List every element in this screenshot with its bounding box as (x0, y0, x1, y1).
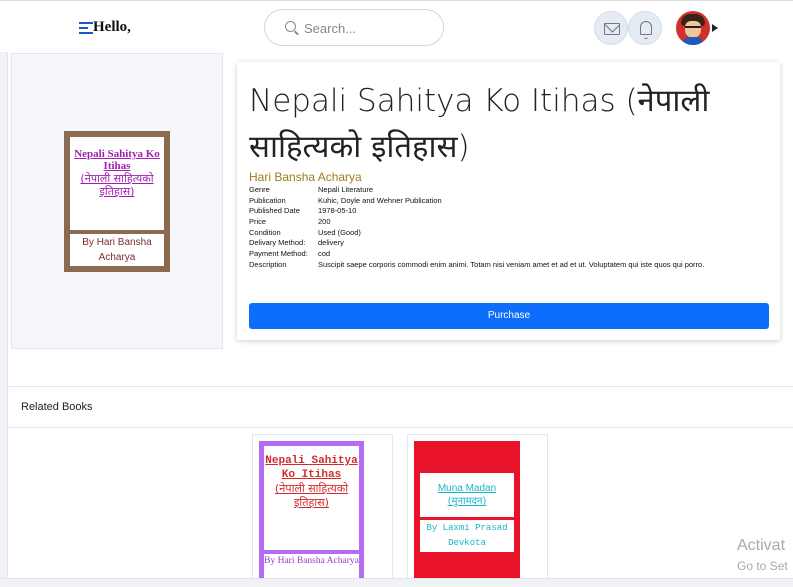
spec-row: Published Date 1978-05-10 (249, 206, 357, 216)
spec-row: Delivary Method: delivery (249, 238, 344, 248)
spec-row: Description Suscipit saepe corporis commo… (249, 259, 705, 269)
related-book-cover[interactable]: Nepali Sahitya Ko Itihas (नेपाली साहित्य… (259, 441, 364, 587)
book-author: Hari Bansha Acharya (249, 170, 362, 184)
avatar[interactable] (676, 11, 710, 45)
activation-watermark: Activat (737, 537, 786, 554)
messages-button[interactable] (594, 11, 628, 45)
cover-title-nepali: (नेपाली साहित्यको इतिहास) (80, 172, 154, 198)
related-book-title: Nepali Sahitya Ko Itihas (265, 455, 358, 481)
greeting-text: Hello, (93, 19, 131, 35)
book-detail-card: Nepali Sahitya Ko Itihas (नेपाली साहित्य… (237, 62, 780, 340)
cover-author: By Hari Bansha Acharya (70, 234, 164, 266)
spec-row: Condition Used (Good) (249, 227, 361, 237)
mail-icon (604, 23, 620, 35)
search-placeholder: Search... (304, 21, 357, 36)
search-icon (285, 21, 296, 32)
related-book-title-nepali: (नेपाली साहित्यको इतिहास) (274, 482, 349, 509)
bottom-edge-strip (0, 578, 793, 587)
top-bar: Hello, Search... (0, 0, 793, 52)
related-book-card[interactable]: Muna Madan (मुनामदन) By Laxmi Prasad Dev… (407, 434, 548, 587)
related-books-header: Related Books (9, 386, 793, 428)
left-edge-strip (0, 0, 8, 587)
spec-row: Payment Method: cod (249, 249, 331, 259)
book-title: Nepali Sahitya Ko Itihas (नेपाली साहित्य… (249, 83, 710, 165)
notifications-button[interactable] (628, 11, 662, 45)
activation-watermark-sub: Go to Set (737, 559, 788, 573)
spec-row: Genre Nepali Literature (249, 185, 374, 194)
bell-icon (640, 21, 652, 39)
related-book-title-nepali: (मुनामदन) (447, 496, 487, 507)
caret-right-icon[interactable] (712, 24, 718, 32)
related-book-cover[interactable]: Muna Madan (मुनामदन) By Laxmi Prasad Dev… (414, 441, 520, 587)
related-book-author: By Laxmi Prasad Devkota (420, 520, 514, 552)
related-books-heading: Related Books (21, 401, 93, 413)
spec-row: Price 200 (249, 217, 331, 227)
spec-table: Genre Nepali Literature Publication Kuhic,… (249, 185, 704, 271)
book-cover: Nepali Sahitya Ko Itihas (नेपाली साहित्य… (64, 131, 170, 272)
related-book-title: Muna Madan (437, 483, 497, 494)
related-books-area (9, 428, 793, 587)
purchase-button[interactable]: Purchase (249, 303, 769, 329)
cover-title: Nepali Sahitya Ko Itihas (74, 148, 160, 172)
related-book-card[interactable]: Nepali Sahitya Ko Itihas (नेपाली साहित्य… (252, 434, 393, 587)
menu-icon[interactable] (79, 22, 93, 35)
spec-row: Publication Kuhic, Doyle and Wehner Publi… (249, 195, 442, 205)
search-input[interactable]: Search... (264, 9, 444, 46)
